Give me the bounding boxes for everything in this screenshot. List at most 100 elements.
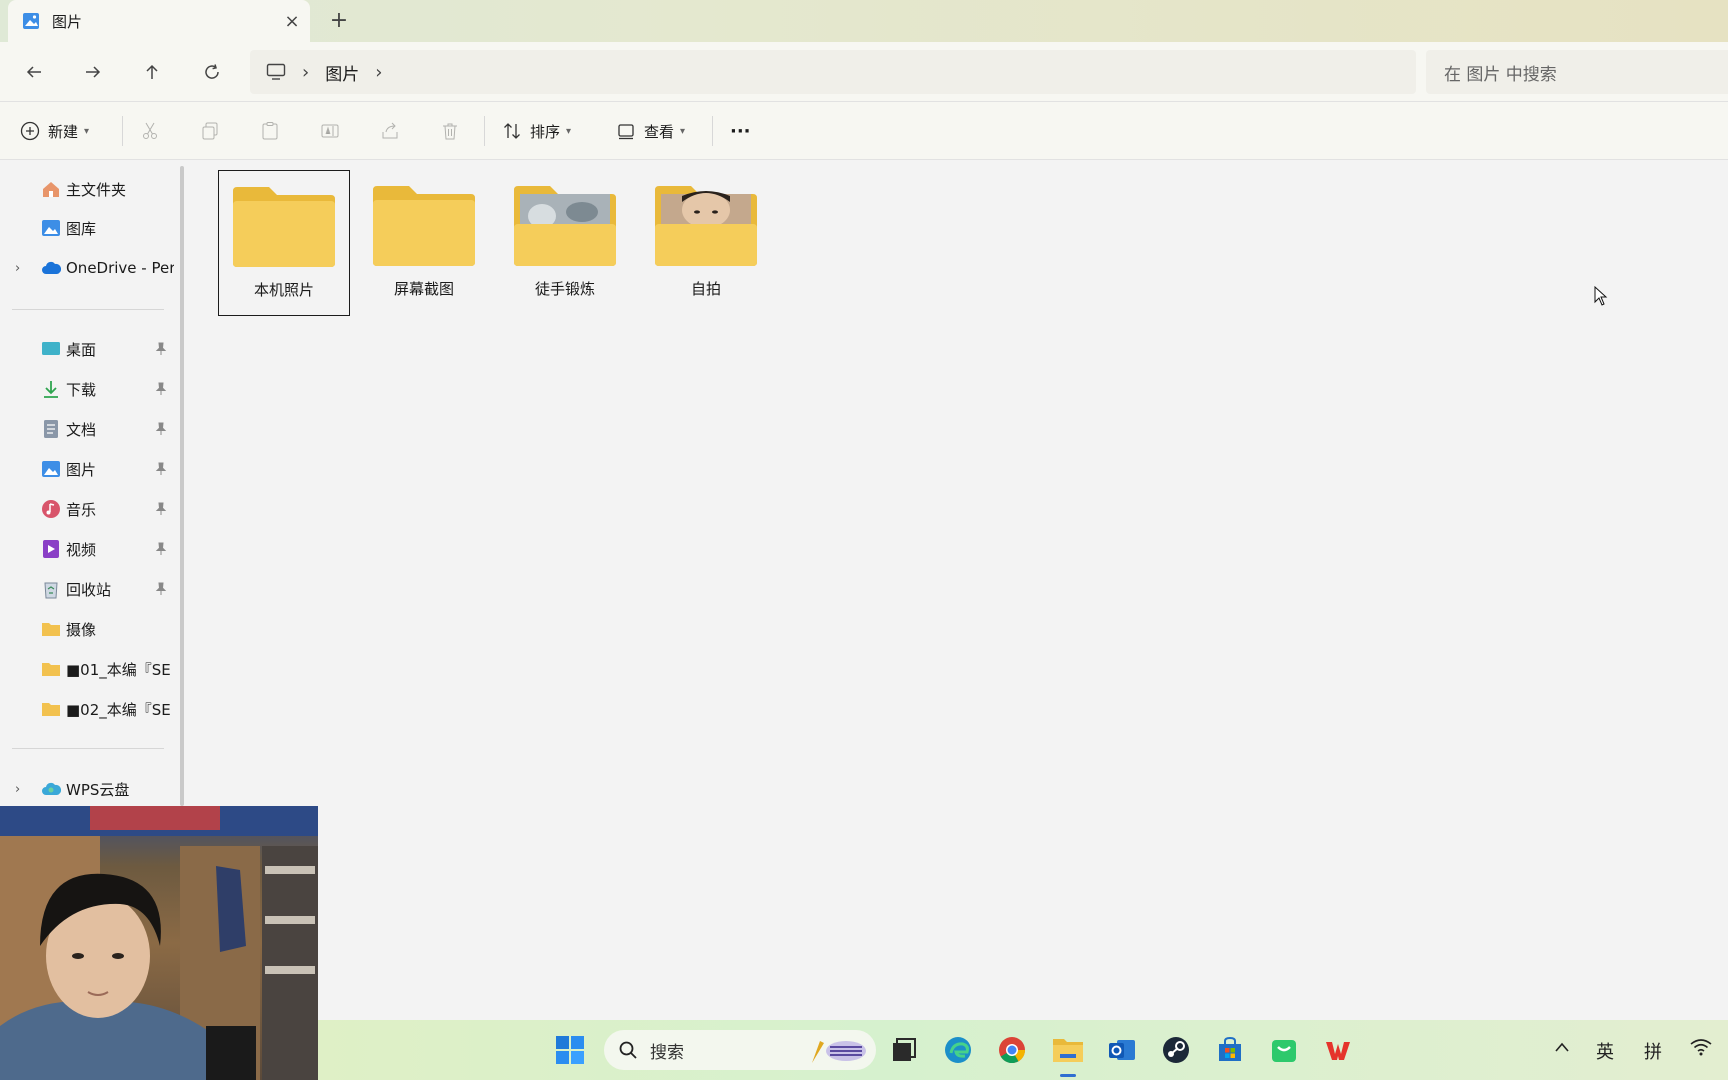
copy-button[interactable] — [200, 113, 220, 149]
wifi-icon — [1690, 1039, 1712, 1056]
taskbar-app-edge[interactable] — [940, 1032, 976, 1068]
sidebar-item-wps-cloud[interactable]: › WPS云盘 — [0, 771, 176, 807]
pin-icon[interactable] — [154, 462, 168, 476]
taskbar-app-green[interactable] — [1266, 1032, 1302, 1068]
show-hidden-icons-button[interactable] — [1554, 1038, 1570, 1059]
this-pc-icon — [266, 63, 286, 80]
search-input[interactable]: 在 图片 中搜索 — [1426, 50, 1728, 94]
task-view-button[interactable] — [886, 1032, 922, 1068]
folder-icon — [41, 619, 61, 639]
sidebar-item-label: OneDrive - Per — [66, 259, 174, 277]
search-icon — [619, 1041, 637, 1059]
folder-thumbnail-icon — [655, 186, 757, 266]
chevron-right-icon[interactable]: › — [15, 782, 20, 797]
view-icon — [618, 124, 634, 140]
clipboard-icon — [262, 122, 278, 140]
sidebar-item-label: 摄像 — [66, 620, 97, 639]
copy-icon — [202, 122, 218, 140]
pin-icon[interactable] — [154, 542, 168, 556]
task-view-icon — [893, 1038, 916, 1061]
close-tab-icon[interactable]: × — [274, 11, 310, 32]
cloud-icon — [41, 258, 61, 278]
arrow-up-icon — [146, 64, 158, 79]
webcam-person-image — [0, 806, 318, 1080]
sort-button[interactable]: 排序 ▾ — [502, 113, 571, 149]
folder-item[interactable]: 自拍 — [640, 170, 772, 316]
sidebar-scrollbar[interactable] — [180, 166, 184, 806]
sidebar-divider — [12, 309, 164, 310]
share-button[interactable] — [380, 113, 400, 149]
view-button[interactable]: 查看 ▾ — [616, 113, 685, 149]
store-icon — [1219, 1036, 1241, 1061]
sidebar-item-home[interactable]: 主文件夹 — [0, 171, 176, 207]
sidebar-item-music[interactable]: 音乐 — [0, 491, 176, 527]
search-highlight-icon — [812, 1041, 866, 1063]
pin-icon[interactable] — [154, 382, 168, 396]
folder-icon — [373, 186, 475, 266]
folder-icon — [233, 187, 335, 267]
start-button[interactable] — [552, 1032, 588, 1068]
delete-button[interactable] — [440, 113, 460, 149]
sidebar-item-folder-02[interactable]: ■02_本编『SE — [0, 691, 176, 727]
breadcrumb-pictures[interactable]: 图片 — [325, 60, 359, 85]
sidebar-item-documents[interactable]: 文档 — [0, 411, 176, 447]
pin-icon[interactable] — [154, 582, 168, 596]
folder-item[interactable]: 本机照片 — [218, 170, 350, 316]
desktop-icon — [41, 339, 61, 359]
taskbar-app-store[interactable] — [1212, 1032, 1248, 1068]
pictures-icon — [23, 13, 39, 29]
pin-icon[interactable] — [154, 422, 168, 436]
pin-icon[interactable] — [154, 342, 168, 356]
refresh-button[interactable] — [194, 54, 230, 90]
command-bar: 新建 ▾ 排序 ▾ 查看 ▾ ··· — [0, 102, 1728, 160]
file-list: 本机照片 屏幕截图 徒手锻炼 自拍 — [186, 160, 1728, 1020]
taskbar-app-wps[interactable] — [1320, 1032, 1356, 1068]
folder-item[interactable]: 徒手锻炼 — [499, 170, 631, 316]
folder-item[interactable]: 屏幕截图 — [358, 170, 490, 316]
back-button[interactable] — [16, 54, 52, 90]
sidebar-item-folder-camera[interactable]: 摄像 — [0, 611, 176, 647]
sidebar-item-videos[interactable]: 视频 — [0, 531, 176, 567]
tab-pictures[interactable]: 图片 × — [8, 0, 310, 42]
sidebar-item-pictures[interactable]: 图片 — [0, 451, 176, 487]
taskbar-app-chrome[interactable] — [994, 1032, 1030, 1068]
sidebar-item-downloads[interactable]: 下载 — [0, 371, 176, 407]
taskbar-app-outlook[interactable] — [1104, 1032, 1140, 1068]
home-icon — [41, 179, 61, 199]
sidebar-item-desktop[interactable]: 桌面 — [0, 331, 176, 367]
paste-button[interactable] — [260, 113, 280, 149]
arrow-left-icon — [26, 66, 41, 78]
cut-button[interactable] — [140, 113, 160, 149]
sidebar-item-recycle-bin[interactable]: 回收站 — [0, 571, 176, 607]
chevron-right-icon[interactable]: › — [15, 261, 20, 276]
pin-icon[interactable] — [154, 502, 168, 516]
folder-icon — [41, 699, 61, 719]
sidebar-item-label: WPS云盘 — [66, 780, 130, 799]
folder-icon — [41, 659, 61, 679]
taskbar-search[interactable]: 搜索 — [604, 1030, 876, 1070]
up-button[interactable] — [134, 54, 170, 90]
taskbar-app-steam[interactable] — [1158, 1032, 1194, 1068]
chevron-down-icon: ▾ — [566, 125, 572, 137]
taskbar-app-file-explorer[interactable] — [1050, 1032, 1086, 1068]
address-bar[interactable]: › 图片 › — [250, 50, 1416, 94]
download-icon — [41, 379, 61, 399]
sidebar-item-folder-01[interactable]: ■01_本编『SE — [0, 651, 176, 687]
sidebar-item-label: 主文件夹 — [66, 180, 127, 199]
navigation-bar: › 图片 › 在 图片 中搜索 — [0, 42, 1728, 102]
input-language-indicator[interactable]: 英 — [1596, 1038, 1614, 1064]
plus-circle-icon — [20, 121, 40, 141]
sidebar-item-onedrive[interactable]: › OneDrive - Per — [0, 250, 176, 286]
divider — [484, 116, 485, 146]
more-options-button[interactable]: ··· — [730, 113, 751, 149]
chevron-right-icon[interactable]: › — [375, 62, 382, 83]
folder-label: 屏幕截图 — [393, 280, 454, 298]
sidebar-item-gallery[interactable]: 图库 — [0, 210, 176, 246]
wifi-status-button[interactable] — [1690, 1038, 1712, 1061]
new-button[interactable]: 新建 ▾ — [20, 113, 89, 149]
scissors-icon — [143, 122, 157, 139]
forward-button[interactable] — [75, 54, 111, 90]
rename-button[interactable] — [320, 113, 340, 149]
ime-mode-indicator[interactable]: 拼 — [1644, 1038, 1662, 1064]
new-tab-button[interactable]: + — [326, 8, 352, 34]
